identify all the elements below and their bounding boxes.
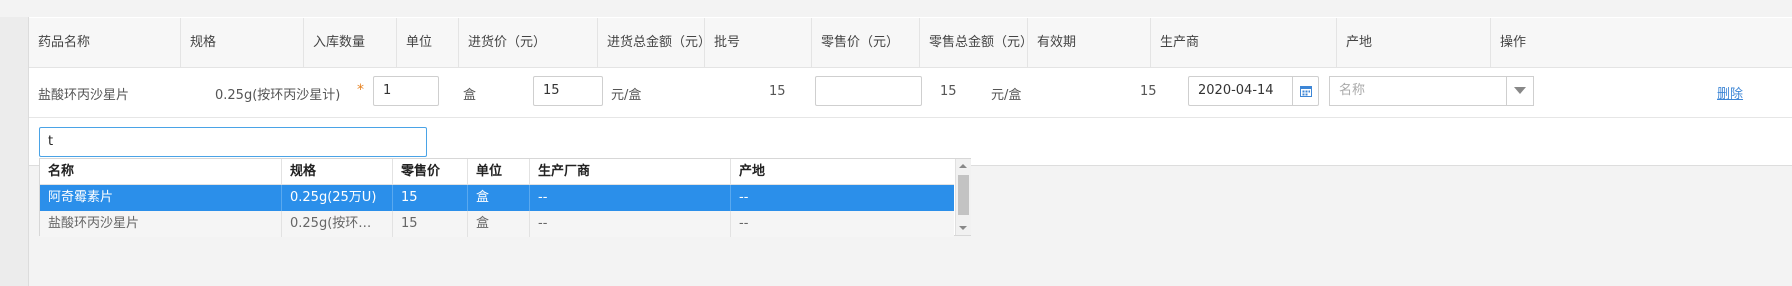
- header-purchase-price: 进货价（元）: [459, 18, 598, 67]
- header-expiry: 有效期: [1028, 18, 1151, 67]
- row-purchase-total: 15: [769, 84, 786, 99]
- left-sidebar-edge: [0, 17, 29, 286]
- manufacturer-placeholder: 名称: [1339, 83, 1366, 98]
- dd-cell-manufacturer: --: [530, 211, 731, 237]
- table-header: 药品名称 规格 入库数量 单位 进货价（元） 进货总金额（元） 批号 零售价（元…: [29, 18, 1792, 68]
- header-batch-no: 批号: [705, 18, 812, 67]
- calendar-icon[interactable]: [1292, 77, 1318, 105]
- retail-price-unit: 元/盒: [991, 88, 1022, 103]
- purchase-price-input[interactable]: 15: [533, 76, 603, 106]
- dd-cell-spec: 0.25g(25万U): [282, 185, 393, 211]
- dd-cell-origin: --: [739, 190, 749, 205]
- list-item[interactable]: 阿奇霉素片 0.25g(25万U) 15 盒 -- --: [40, 185, 954, 211]
- header-retail-total: 零售总金额（元）: [920, 18, 1033, 67]
- row-divider: [29, 117, 1792, 118]
- dd-header-spec: 规格: [282, 159, 393, 185]
- header-manufacturer: 生产商: [1151, 18, 1337, 67]
- drug-suggestion-dropdown: 名称 规格 零售价 单位 生产厂商 产地 阿奇霉素片 0.25g(25万U) 1…: [39, 158, 971, 237]
- dd-cell-retail: 15: [393, 185, 468, 211]
- header-origin: 产地: [1337, 18, 1491, 67]
- scrollbar-thumb[interactable]: [958, 175, 969, 215]
- dd-header-unit: 单位: [468, 159, 530, 185]
- delete-link[interactable]: 删除: [1717, 83, 1743, 102]
- scroll-up-icon[interactable]: [959, 164, 967, 168]
- row-retail-price: 15: [940, 84, 957, 99]
- dd-cell-unit: 盒: [468, 211, 530, 237]
- header-retail-price: 零售价（元）: [812, 18, 920, 67]
- top-strip: [0, 0, 1792, 18]
- header-purchase-total: 进货总金额（元）: [598, 18, 711, 67]
- header-spec: 规格: [181, 18, 304, 67]
- chevron-down-icon[interactable]: [1506, 77, 1533, 105]
- required-mark: *: [357, 82, 364, 98]
- drug-search-input[interactable]: t: [39, 127, 427, 157]
- dd-cell-manufacturer: --: [530, 185, 731, 211]
- dd-cell-name: 盐酸环丙沙星片: [40, 211, 282, 237]
- dropdown-header: 名称 规格 零售价 单位 生产厂商 产地: [40, 159, 954, 185]
- list-item[interactable]: 盐酸环丙沙星片 0.25g(按环… 15 盒 -- --: [40, 211, 954, 237]
- dd-cell-name: 阿奇霉素片: [40, 185, 282, 211]
- dd-header-manufacturer: 生产厂商: [530, 159, 731, 185]
- dd-header-origin: 产地: [731, 159, 954, 185]
- row-unit: 盒: [463, 88, 477, 103]
- header-unit: 单位: [397, 18, 459, 67]
- quantity-input[interactable]: 1: [373, 76, 439, 106]
- row-spec: 0.25g(按环丙沙星计): [215, 88, 341, 103]
- dd-cell-unit: 盒: [468, 185, 530, 211]
- header-actions: 操作: [1500, 35, 1527, 50]
- dd-header-name: 名称: [40, 159, 282, 185]
- dd-cell-spec: 0.25g(按环…: [282, 211, 393, 237]
- row-retail-total: 15: [1140, 84, 1157, 99]
- dd-cell-retail: 15: [393, 211, 468, 237]
- scroll-down-icon[interactable]: [959, 226, 967, 230]
- dropdown-scrollbar[interactable]: [955, 159, 971, 235]
- dd-cell-origin: --: [739, 216, 749, 231]
- header-drug-name: 药品名称: [29, 18, 181, 67]
- header-quantity: 入库数量: [304, 18, 397, 67]
- dd-header-retail: 零售价: [393, 159, 468, 185]
- manufacturer-select[interactable]: 名称: [1329, 76, 1534, 106]
- row-drug-name: 盐酸环丙沙星片: [38, 88, 130, 103]
- batch-no-input[interactable]: [815, 76, 922, 106]
- purchase-price-unit: 元/盒: [611, 88, 642, 103]
